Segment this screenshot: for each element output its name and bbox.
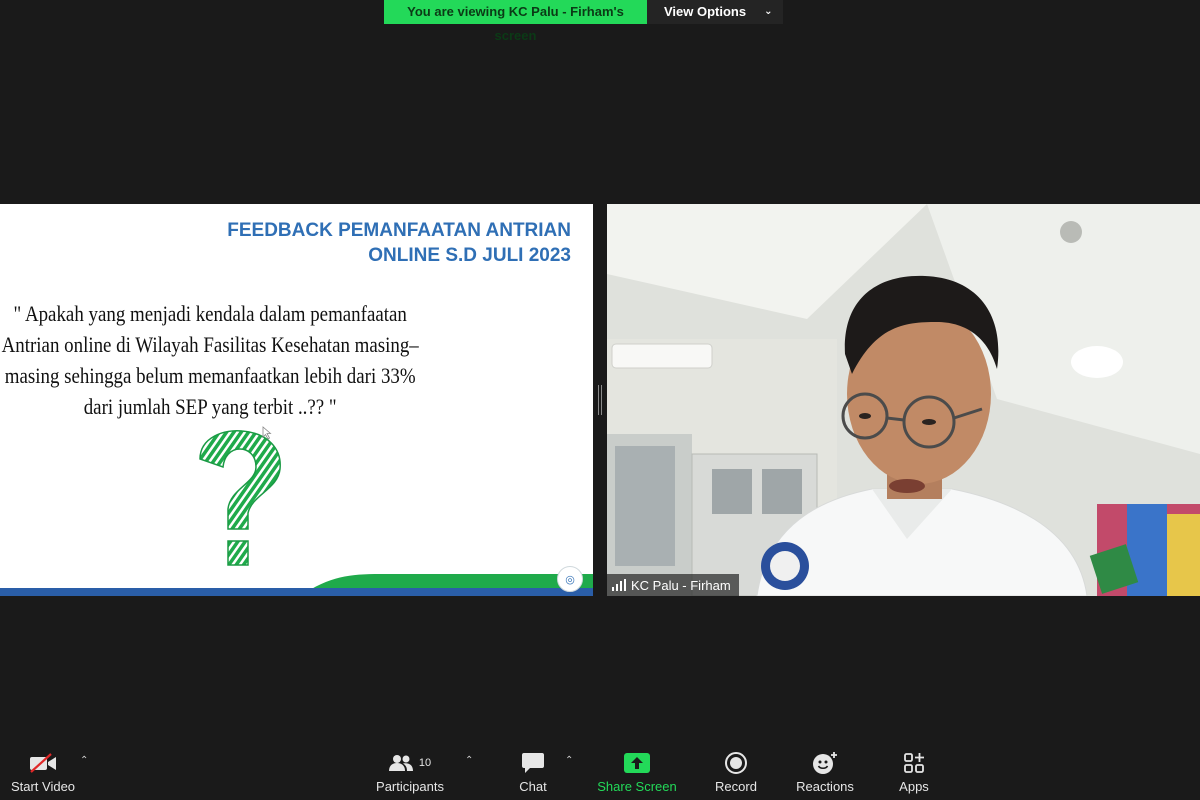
start-video-button[interactable]: Start Video (8, 749, 78, 794)
quote-line: " Apakah yang menjadi kendala dalam pema… (13, 301, 407, 326)
participants-label: Participants (376, 779, 444, 794)
record-button[interactable]: Record (714, 749, 758, 794)
chat-options-caret-icon[interactable]: ⌃ (565, 755, 573, 766)
participant-name: KC Palu - Firham (631, 577, 731, 593)
view-options-label: View Options (664, 4, 747, 19)
record-label: Record (715, 779, 757, 794)
quote-line: Antrian online di Wilayah Fasilitas Kese… (1, 332, 419, 357)
panel-resize-handle[interactable] (598, 385, 602, 415)
quote-line: masing sehingga belum memanfaatkan lebih… (4, 363, 416, 388)
share-screen-label: Share Screen (597, 779, 677, 794)
participants-icon (388, 755, 413, 771)
chat-label: Chat (519, 779, 547, 794)
record-icon (725, 752, 747, 774)
video-frame (607, 204, 1200, 596)
apps-label: Apps (899, 779, 929, 794)
participant-name-tag: KC Palu - Firham (607, 574, 739, 596)
participants-button[interactable]: 10 Participants (374, 749, 446, 794)
company-logo-icon: ◎ (557, 566, 583, 592)
meeting-toolbar: Start Video ⌃ 10 Participants ⌃ Chat ⌃ S… (0, 740, 1200, 800)
reactions-label: Reactions (796, 779, 854, 794)
reactions-button[interactable]: Reactions (795, 749, 855, 794)
video-off-icon (30, 753, 56, 773)
chat-button[interactable]: Chat (518, 749, 548, 794)
question-mark-illustration (199, 429, 281, 566)
slide-title: FEEDBACK PEMANFAATAN ANTRIAN ONLINE S.D … (227, 218, 571, 268)
slide-title-line-1: FEEDBACK PEMANFAATAN ANTRIAN (227, 220, 571, 241)
signal-strength-icon (612, 579, 626, 591)
slide-title-line-2: ONLINE S.D JULI 2023 (368, 245, 571, 266)
chat-icon (522, 753, 544, 773)
screen-share-banner: You are viewing KC Palu - Firham's scree… (384, 0, 783, 43)
apps-button[interactable]: Apps (896, 749, 932, 794)
shared-screen-slide: FEEDBACK PEMANFAATAN ANTRIAN ONLINE S.D … (0, 204, 593, 596)
chevron-down-icon: ⌄ (764, 6, 773, 17)
slide-footer-band (0, 574, 593, 596)
participant-video: KC Palu - Firham (607, 204, 1200, 596)
apps-icon (904, 753, 924, 773)
start-video-label: Start Video (10, 779, 76, 794)
participants-options-caret-icon[interactable]: ⌃ (465, 755, 473, 766)
share-screen-icon (624, 753, 650, 773)
quote-line: dari jumlah SEP yang terbit ..?? " (83, 394, 337, 419)
share-screen-button[interactable]: Share Screen (597, 749, 677, 794)
view-options-button[interactable]: View Options ⌄ (647, 0, 783, 24)
participants-count: 10 (418, 757, 432, 769)
mouse-cursor-icon (262, 426, 272, 440)
video-options-caret-icon[interactable]: ⌃ (80, 755, 88, 766)
viewing-indicator: You are viewing KC Palu - Firham's scree… (384, 0, 647, 43)
reactions-icon (813, 752, 837, 774)
slide-quote: " Apakah yang menjadi kendala dalam pema… (0, 298, 442, 422)
